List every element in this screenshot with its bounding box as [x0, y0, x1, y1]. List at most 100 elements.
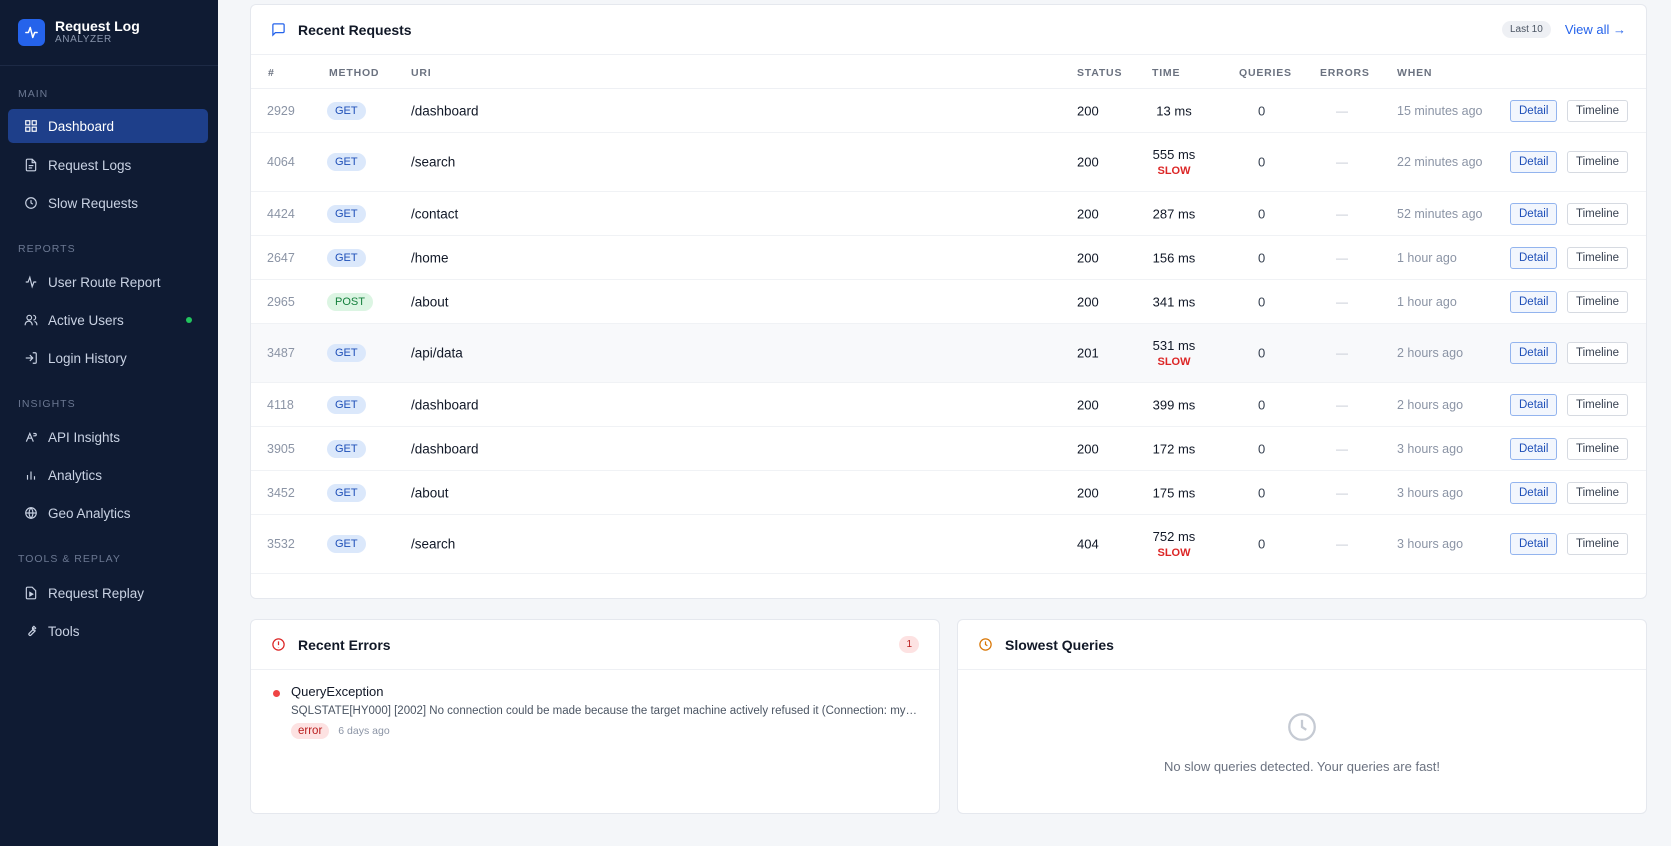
table-row[interactable]: 3452 GET/about 200 175 ms 0 — 3 hours ago Detai…: [251, 471, 1646, 515]
detail-button[interactable]: Detail: [1510, 481, 1558, 504]
table-row[interactable]: 4064 GET/search 200 555 ms SLOW 0 — 22 minutes …: [251, 133, 1646, 192]
sidebar-item-tools[interactable]: Tools: [8, 614, 208, 648]
brand-subtitle: ANALYZER: [55, 34, 112, 45]
table-row[interactable]: 3905 GET/dashboard 200 172 ms 0 — 3 hours ago D…: [251, 427, 1646, 471]
users-icon: [24, 314, 38, 326]
response-time-value: 172 ms: [1152, 441, 1196, 456]
sidebar-item-label: Active Users: [48, 312, 124, 328]
error-item[interactable]: QueryException SQLSTATE[HY000] [2002] No…: [271, 684, 919, 739]
last-10-badge: Last 10: [1502, 21, 1551, 38]
clock-empty-icon: [1288, 713, 1316, 741]
table-row[interactable]: 4118 GET/dashboard 200 399 ms 0 — 2 hours ago D…: [251, 383, 1646, 427]
timeline-button[interactable]: Timeline: [1567, 246, 1629, 269]
detail-button[interactable]: Detail: [1510, 202, 1558, 225]
method-badge: GET: [327, 439, 366, 458]
request-when: 3 hours ago: [1397, 485, 1464, 500]
request-uri[interactable]: /about: [411, 485, 449, 500]
timeline-button[interactable]: Timeline: [1567, 202, 1629, 225]
brand[interactable]: Request Log ANALYZER: [0, 0, 218, 66]
table-row[interactable]: 2929 GET/dashboard 200 13 ms 0 — 15 minutes ag…: [251, 89, 1646, 133]
sidebar-item-label: Request Replay: [48, 585, 145, 601]
table-row[interactable]: 2965 POST/about 200 341 ms 0 — 1 hour ago Detai…: [251, 280, 1646, 324]
column-header-id: #: [268, 67, 275, 79]
sidebar-item-request-logs[interactable]: Request Logs: [8, 148, 208, 182]
timeline-button[interactable]: Timeline: [1567, 393, 1629, 416]
method-badge: GET: [327, 101, 366, 120]
error-count: —: [1336, 103, 1348, 118]
timeline-button[interactable]: Timeline: [1567, 151, 1629, 173]
column-header-when: WHEN: [1397, 67, 1433, 79]
sidebar-item-request-replay[interactable]: Request Replay: [8, 576, 208, 610]
error-dot-icon: [273, 690, 280, 697]
detail-button[interactable]: Detail: [1510, 290, 1558, 313]
detail-button[interactable]: Detail: [1510, 246, 1558, 269]
response-time: 752 ms SLOW: [1152, 529, 1196, 559]
response-time: 175 ms: [1152, 485, 1196, 500]
request-uri[interactable]: /home: [411, 250, 449, 265]
slow-badge: SLOW: [1157, 356, 1191, 368]
column-header-time: TIME: [1152, 67, 1181, 79]
sidebar-item-slow-requests[interactable]: Slow Requests: [8, 186, 208, 220]
request-uri[interactable]: /dashboard: [411, 397, 479, 412]
request-uri[interactable]: /api/data: [411, 346, 463, 361]
section-label-tools-replay: TOOLS & REPLAY: [18, 553, 121, 565]
request-uri[interactable]: /dashboard: [411, 103, 479, 118]
sidebar-item-label: Login History: [48, 350, 127, 366]
status-code: 200: [1077, 154, 1099, 170]
timeline-button[interactable]: Timeline: [1567, 99, 1629, 122]
request-uri[interactable]: /about: [411, 294, 449, 309]
method-badge: GET: [327, 344, 366, 362]
request-uri[interactable]: /dashboard: [411, 441, 479, 456]
timeline-button[interactable]: Timeline: [1567, 481, 1629, 504]
error-count-badge: 1: [899, 636, 919, 653]
sidebar-item-active-users[interactable]: Active Users: [8, 303, 208, 337]
request-uri[interactable]: /search: [411, 155, 455, 170]
view-all-link[interactable]: View all →: [1565, 22, 1626, 37]
request-when: 52 minutes ago: [1397, 206, 1483, 221]
error-count: —: [1336, 441, 1348, 456]
section-label-insights: INSIGHTS: [18, 398, 76, 410]
slow-badge: SLOW: [1157, 165, 1191, 177]
table-row[interactable]: 2647 GET/home 200 156 ms 0 — 1 hour ago Detail T…: [251, 236, 1646, 280]
detail-button[interactable]: Detail: [1510, 437, 1558, 460]
bar-chart-icon: [26, 471, 36, 480]
detail-button[interactable]: Detail: [1510, 342, 1558, 364]
sidebar-item-login-history[interactable]: Login History: [8, 341, 208, 375]
api-icon: [25, 432, 37, 442]
message-icon: [272, 23, 285, 37]
request-uri[interactable]: /search: [411, 537, 455, 552]
alert-circle-icon: [272, 638, 285, 651]
timeline-button[interactable]: Timeline: [1567, 533, 1629, 555]
clock-icon: [979, 638, 992, 651]
status-code: 200: [1077, 250, 1099, 265]
recent-errors-title: Recent Errors: [298, 636, 391, 653]
response-time: 13 ms: [1152, 103, 1196, 118]
detail-button[interactable]: Detail: [1510, 99, 1558, 122]
error-time: 6 days ago: [338, 725, 390, 737]
table-row[interactable]: 4424 GET/contact 200 287 ms 0 — 52 minutes ago…: [251, 192, 1646, 236]
grid-icon: [25, 120, 37, 132]
table-row[interactable]: 3487 GET/api/data 201 531 ms SLOW 0 — 2 hours a…: [251, 324, 1646, 383]
table-row[interactable]: 3532 GET/search 404 752 ms SLOW 0 — 3 hours ago…: [251, 515, 1646, 574]
timeline-button[interactable]: Timeline: [1567, 437, 1629, 460]
detail-button[interactable]: Detail: [1510, 151, 1558, 173]
status-code: 200: [1077, 397, 1099, 412]
detail-button[interactable]: Detail: [1510, 393, 1558, 416]
response-time-value: 555 ms: [1152, 147, 1196, 162]
request-id: 3905: [267, 441, 295, 456]
status-code: 201: [1077, 345, 1099, 361]
response-time-value: 175 ms: [1152, 485, 1196, 500]
sidebar-item-analytics[interactable]: Analytics: [8, 458, 208, 492]
detail-button[interactable]: Detail: [1510, 533, 1558, 555]
response-time: 531 ms SLOW: [1152, 338, 1196, 368]
timeline-button[interactable]: Timeline: [1567, 290, 1629, 313]
timeline-button[interactable]: Timeline: [1567, 342, 1629, 364]
globe-icon: [25, 506, 37, 520]
request-uri[interactable]: /contact: [411, 206, 458, 221]
sidebar-item-api-insights[interactable]: API Insights: [8, 420, 208, 454]
sidebar-item-dashboard[interactable]: Dashboard: [8, 109, 208, 143]
error-count: —: [1336, 206, 1348, 221]
sidebar-item-geo-analytics[interactable]: Geo Analytics: [8, 496, 208, 530]
sidebar-item-user-route-report[interactable]: User Route Report: [8, 265, 208, 299]
error-level-badge: error: [291, 723, 330, 739]
